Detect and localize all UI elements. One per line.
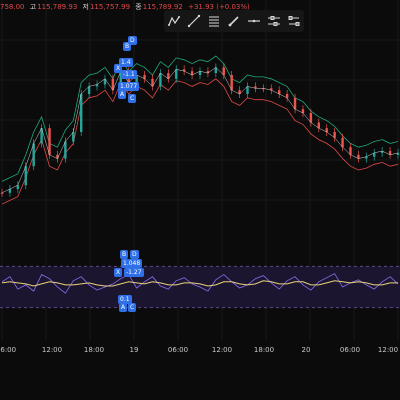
x-tick-label: 12:00 (377, 346, 399, 354)
close-label: 종 (135, 3, 142, 11)
fib-retracement-icon[interactable] (205, 12, 223, 30)
candle-body (293, 97, 297, 110)
candle-body (175, 69, 178, 79)
candle-body (32, 143, 35, 167)
x-tick-label: 12:00 (211, 346, 233, 354)
x-tick-label: 06:00 (167, 346, 189, 354)
high-label: 고 (29, 3, 37, 11)
oscillator-panel (0, 265, 400, 309)
pattern-tag: 1.048 (121, 259, 143, 268)
candle-body (246, 86, 249, 94)
candle-body (24, 166, 27, 186)
high-value: 115,789.93 (37, 3, 78, 11)
x-tick-label: 06:00 (339, 346, 361, 354)
drawing-toolbar (164, 10, 304, 32)
candle-body (0, 192, 4, 194)
measure-icon[interactable] (265, 12, 283, 30)
x-tick-label: 12:00 (41, 346, 63, 354)
pattern-tag: B (120, 250, 129, 259)
x-tick-label: 20 (301, 346, 311, 354)
x-tick-label: 18:00 (253, 346, 275, 354)
pattern-tool-icon[interactable] (165, 12, 183, 30)
candle-body (64, 141, 67, 159)
low-label: 저 (82, 3, 89, 11)
pattern-tag: -1.1 (121, 70, 137, 79)
candle-body (159, 73, 162, 87)
pattern-tag: X (114, 268, 123, 277)
open-value: 758.00 (0, 3, 25, 11)
pattern-tag: A (119, 303, 128, 312)
pattern-tag: -1.27 (124, 268, 144, 277)
candle-body (230, 75, 233, 91)
chart-canvas[interactable] (0, 0, 400, 400)
x-tick-label: 06:00 (0, 346, 17, 354)
candle-body (48, 128, 51, 155)
horizontal-line-icon[interactable] (245, 12, 263, 30)
compare-icon[interactable] (285, 12, 303, 30)
brush-icon[interactable] (225, 12, 243, 30)
price-panel (0, 55, 400, 205)
x-tick-label: 18:00 (83, 346, 105, 354)
candle-body (80, 94, 83, 132)
pattern-tag: D (130, 250, 139, 259)
trend-line-icon[interactable] (185, 12, 203, 30)
low-value: 115,757.99 (89, 3, 131, 11)
price-mid-line (1, 67, 399, 194)
x-tick-label: 19 (129, 346, 139, 354)
pattern-tag: B (123, 42, 132, 51)
candle-body (87, 86, 91, 94)
pattern-tag: C (128, 303, 137, 312)
upper-band-line (1, 78, 399, 205)
pattern-tag: A (118, 90, 127, 99)
pattern-tag: C (128, 94, 137, 103)
